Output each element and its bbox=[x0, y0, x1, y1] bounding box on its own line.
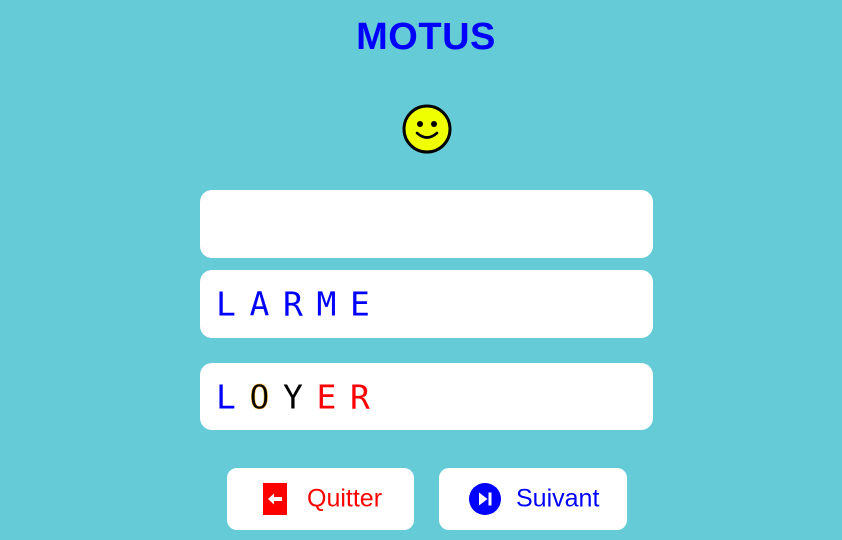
quit-button[interactable]: Quitter bbox=[227, 468, 414, 530]
page-title: MOTUS bbox=[356, 16, 496, 58]
attempt-row-1: L A R M E bbox=[200, 270, 653, 338]
attempt-1-letter-5: E bbox=[350, 284, 370, 324]
next-button[interactable]: Suivant bbox=[439, 468, 627, 530]
attempt-row-2: L O Y E R bbox=[200, 363, 653, 430]
attempt-1-letter-4: M bbox=[316, 284, 337, 324]
next-label: Suivant bbox=[516, 484, 600, 513]
skip-next-icon bbox=[469, 483, 501, 515]
attempt-word-2: L O Y E R bbox=[216, 377, 384, 416]
attempt-2-letter-5: R bbox=[350, 377, 370, 416]
attempt-2-letter-3: Y bbox=[283, 377, 303, 416]
quit-label: Quitter bbox=[307, 484, 383, 513]
attempt-2-letter-2: O bbox=[249, 377, 270, 416]
attempt-2-letter-1: L bbox=[216, 377, 236, 416]
attempt-word-1: L A R M E bbox=[216, 288, 384, 321]
smiley-face-icon bbox=[402, 104, 452, 154]
exit-door-icon bbox=[263, 483, 287, 515]
attempt-1-letter-3: R bbox=[283, 284, 303, 324]
attempt-1-letter-2: A bbox=[249, 284, 270, 324]
attempt-2-letter-4: E bbox=[316, 377, 337, 416]
guess-input[interactable] bbox=[200, 190, 653, 258]
attempt-1-letter-1: L bbox=[216, 284, 236, 324]
